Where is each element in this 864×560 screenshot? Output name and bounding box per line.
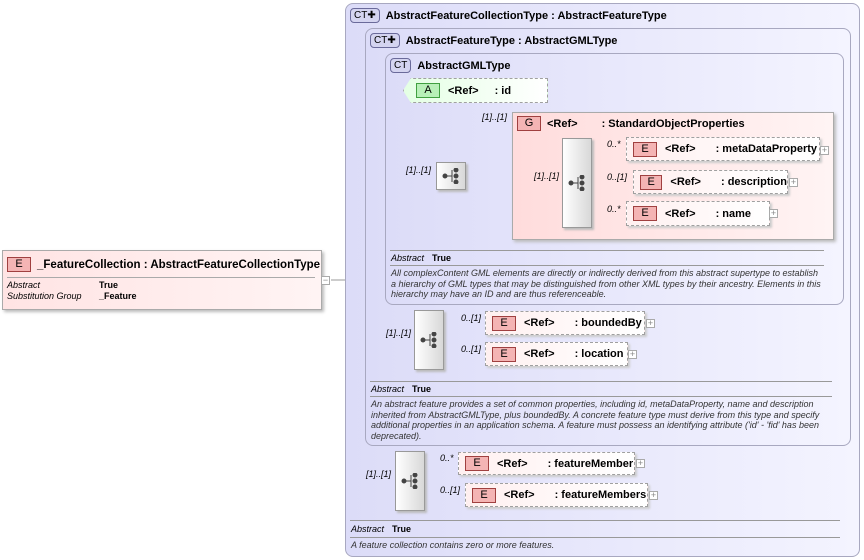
- element-metadataproperty[interactable]: E <Ref> : metaDataProperty: [626, 137, 820, 161]
- element-name: : boundedBy: [574, 317, 642, 329]
- element-badge-icon: E: [633, 206, 657, 221]
- cardinality: 0..[1]: [607, 172, 628, 182]
- root-element-name: _FeatureCollection : AbstractFeatureColl…: [37, 258, 321, 271]
- ct-feature-header: CT✚ AbstractFeatureType : AbstractGMLType: [370, 33, 617, 48]
- sequence-icon: [401, 473, 418, 489]
- sequence-icon: [568, 175, 585, 191]
- ct-gml-title: AbstractGMLType: [417, 59, 511, 72]
- ct-feature-title: AbstractFeatureType : AbstractGMLType: [405, 34, 618, 47]
- element-name: : location: [574, 348, 624, 360]
- element-name[interactable]: E <Ref> : name: [626, 201, 770, 226]
- collapse-button[interactable]: −: [321, 276, 330, 285]
- element-description[interactable]: E <Ref> : description: [633, 170, 788, 194]
- element-name: : featureMember: [547, 457, 634, 470]
- element-badge-icon: E: [7, 257, 31, 272]
- element-badge-icon: E: [492, 315, 516, 331]
- attribute-badge-icon: A: [416, 83, 440, 98]
- attribute-id[interactable]: A <Ref> : id: [403, 78, 548, 103]
- element-badge-icon: E: [492, 346, 516, 362]
- cardinality: [1]..[1]: [482, 112, 508, 122]
- sequence-compositor[interactable]: [436, 162, 466, 190]
- sequence-icon: [420, 332, 437, 348]
- complex-type-extension-icon: CT✚: [350, 8, 380, 23]
- element-name: : featureMembers: [554, 489, 647, 501]
- ct-collection-description: A feature collection contains zero or mo…: [351, 540, 555, 550]
- expand-button[interactable]: +: [769, 209, 778, 218]
- expand-button[interactable]: +: [646, 319, 655, 328]
- cardinality: [1]..[1]: [386, 328, 412, 338]
- sequence-compositor[interactable]: [395, 451, 425, 511]
- group-header: G <Ref> : StandardObjectProperties: [517, 116, 745, 131]
- complex-type-extension-icon: CT✚: [370, 33, 400, 48]
- element-name-label: : name: [715, 207, 752, 220]
- ct-collection-title: AbstractFeatureCollectionType : Abstract…: [385, 9, 667, 22]
- ref-label: <Ref>: [665, 143, 696, 155]
- root-element-box[interactable]: E _FeatureCollection : AbstractFeatureCo…: [2, 250, 322, 310]
- root-prop-substitution-group: Substitution Group _Feature: [7, 291, 137, 301]
- expand-button[interactable]: +: [649, 491, 658, 500]
- ct-collection-header: CT✚ AbstractFeatureCollectionType : Abstr…: [350, 8, 667, 23]
- expand-button[interactable]: +: [636, 459, 645, 468]
- element-badge-icon: E: [472, 487, 496, 503]
- element-location[interactable]: E <Ref> : location: [485, 342, 628, 366]
- element-badge-icon: E: [633, 141, 657, 157]
- element-boundedby[interactable]: E <Ref> : boundedBy: [485, 311, 645, 335]
- ref-label: <Ref>: [497, 457, 528, 470]
- ct-gml-abstract: Abstract True: [391, 253, 452, 263]
- ref-label: <Ref>: [524, 317, 555, 329]
- cardinality: 0..*: [607, 139, 621, 149]
- cardinality: 0..[1]: [461, 313, 482, 323]
- expand-button[interactable]: +: [820, 146, 829, 155]
- cardinality: [1]..[1]: [366, 469, 392, 479]
- sequence-icon: [442, 168, 459, 184]
- ref-label: <Ref>: [670, 176, 701, 188]
- root-element-header: E _FeatureCollection : AbstractFeatureCo…: [7, 257, 320, 272]
- ct-collection-abstract: Abstract True: [351, 524, 412, 534]
- ct-feature-description: An abstract feature provides a set of co…: [371, 399, 820, 441]
- ref-label: <Ref>: [547, 117, 578, 130]
- complex-type-icon: CT: [390, 58, 412, 73]
- ct-gml-description: All complexContent GML elements are dire…: [391, 268, 821, 299]
- attribute-name: : id: [494, 84, 512, 97]
- cardinality: 0..*: [607, 204, 621, 214]
- expand-button[interactable]: +: [628, 350, 637, 359]
- ref-label: <Ref>: [524, 348, 555, 360]
- ref-label: <Ref>: [665, 207, 696, 220]
- element-badge-icon: E: [465, 456, 489, 471]
- element-featuremembers[interactable]: E <Ref> : featureMembers: [465, 483, 648, 507]
- cardinality: 0..*: [440, 453, 454, 463]
- sequence-compositor[interactable]: [562, 138, 592, 228]
- ref-label: <Ref>: [448, 84, 479, 97]
- sequence-compositor[interactable]: [414, 310, 444, 370]
- group-name: : StandardObjectProperties: [601, 117, 745, 130]
- ct-feature-abstract: Abstract True: [371, 384, 432, 394]
- ct-gml-header: CT AbstractGMLType: [390, 58, 510, 73]
- element-name: : description: [720, 176, 787, 188]
- root-prop-abstract: Abstract True: [7, 280, 119, 290]
- cardinality: [1]..[1]: [406, 165, 432, 175]
- ref-label: <Ref>: [504, 489, 535, 501]
- element-badge-icon: E: [640, 174, 663, 190]
- expand-button[interactable]: +: [789, 178, 798, 187]
- element-name: : metaDataProperty: [715, 143, 818, 155]
- cardinality: [1]..[1]: [534, 171, 560, 181]
- group-badge-icon: G: [517, 116, 541, 131]
- element-featuremember[interactable]: E <Ref> : featureMember: [458, 452, 635, 475]
- cardinality: 0..[1]: [461, 344, 482, 354]
- cardinality: 0..[1]: [440, 485, 461, 495]
